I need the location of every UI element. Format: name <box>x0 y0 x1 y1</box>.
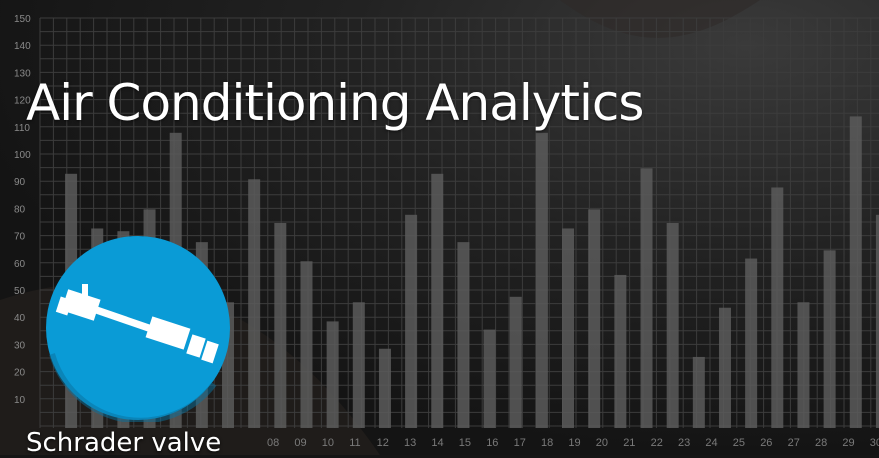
x-tick-label: 29 <box>842 437 854 449</box>
icon-caption: Schrader valve <box>26 428 222 458</box>
chart-bar <box>535 132 548 429</box>
chart-bar <box>431 173 444 428</box>
chart-bar <box>457 242 470 428</box>
chart-bar <box>771 187 784 428</box>
x-tick-label: 13 <box>404 437 416 449</box>
y-tick-label: 10 <box>14 395 26 406</box>
x-tick-label: 09 <box>294 437 306 449</box>
x-tick-label: 28 <box>815 437 827 449</box>
chart-bar <box>823 250 836 428</box>
chart-bar <box>405 214 418 428</box>
x-tick-label: 08 <box>267 437 279 449</box>
chart-bar <box>300 261 313 428</box>
chart-bar <box>274 223 287 428</box>
chart-bar <box>666 223 679 428</box>
x-tick-label: 24 <box>705 437 717 449</box>
y-tick-label: 140 <box>14 41 31 52</box>
chart-bar <box>692 356 705 428</box>
chart-bar <box>352 302 365 428</box>
x-tick-label: 10 <box>322 437 334 449</box>
x-tick-label: 21 <box>623 437 635 449</box>
chart-bar <box>849 116 862 429</box>
chart-bar <box>640 168 653 429</box>
page-title: Air Conditioning Analytics <box>26 74 644 132</box>
x-tick-label: 12 <box>377 437 389 449</box>
y-tick-label: 30 <box>14 340 26 351</box>
x-tick-label: 26 <box>760 437 772 449</box>
x-tick-label: 25 <box>733 437 745 449</box>
y-tick-label: 20 <box>14 368 26 379</box>
chart-bar <box>614 274 627 428</box>
x-tick-label: 23 <box>678 437 690 449</box>
chart-bar <box>509 296 522 428</box>
chart-bar <box>718 307 731 428</box>
schrader-valve-icon <box>46 236 230 422</box>
y-tick-label: 80 <box>14 204 26 215</box>
x-tick-label: 17 <box>514 437 526 449</box>
chart-bar <box>797 302 810 428</box>
x-tick-label: 22 <box>651 437 663 449</box>
y-tick-label: 50 <box>14 286 26 297</box>
x-tick-label: 15 <box>459 437 471 449</box>
x-tick-label: 20 <box>596 437 608 449</box>
chart-bar <box>248 179 261 428</box>
x-tick-label: 27 <box>788 437 800 449</box>
x-axis-ticks: 08 09 10 11 12 13 14 15 16 17 18 19 20 21 22 23 24 25 26 27… <box>267 437 879 449</box>
y-tick-label: 90 <box>14 177 26 188</box>
x-tick-label: 11 <box>349 437 360 449</box>
x-tick-label: 14 <box>431 437 443 449</box>
chart-bar <box>562 228 575 428</box>
y-tick-label: 150 <box>14 14 31 25</box>
chart-bar <box>483 329 496 428</box>
x-tick-label: 16 <box>486 437 498 449</box>
x-tick-label: 18 <box>541 437 553 449</box>
x-tick-label: 30 <box>870 437 879 449</box>
y-tick-label: 60 <box>14 259 26 270</box>
x-tick-label: 19 <box>568 437 580 449</box>
chart-bar <box>326 321 339 428</box>
y-tick-label: 100 <box>14 150 31 161</box>
chart-bar <box>378 348 391 428</box>
chart-bar <box>588 209 601 428</box>
y-tick-label: 40 <box>14 313 26 324</box>
chart-bar <box>745 258 758 428</box>
y-tick-label: 70 <box>14 232 26 243</box>
